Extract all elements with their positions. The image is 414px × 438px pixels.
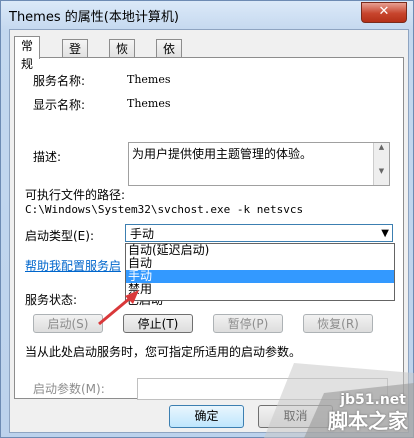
service-status-label: 服务状态: — [25, 293, 78, 307]
startup-type-value: 手动 — [130, 227, 155, 241]
tab-general[interactable]: 常规 — [14, 36, 41, 71]
option-auto[interactable]: 自动 — [126, 257, 394, 270]
startup-params-hint: 当从此处启动服务时，您可指定所适用的启动参数。 — [25, 345, 302, 359]
description-text: 为用户提供使用主题管理的体验。 — [132, 147, 313, 161]
start-button[interactable]: 启动(S) — [33, 314, 103, 333]
ok-button[interactable]: 确定 — [169, 405, 244, 428]
help-configure-link[interactable]: 帮助我配置服务启 — [25, 257, 121, 274]
tab-dependencies[interactable]: 依存关系 — [156, 39, 183, 110]
red-arrow-annotation — [98, 290, 139, 326]
path-value: C:\Windows\System32\svchost.exe -k netsv… — [25, 203, 304, 216]
startup-type-label: 启动类型(E): — [25, 229, 94, 243]
startup-type-dropdown: 自动(延迟启动) 自动 手动 禁用 — [125, 243, 395, 301]
display-name-label: 显示名称: — [33, 98, 86, 112]
option-manual[interactable]: 手动 — [126, 270, 394, 283]
display-name-value: Themes — [127, 97, 171, 110]
general-panel: 服务名称: Themes 显示名称: Themes 描述: 为用户提供使用主题管… — [14, 57, 404, 400]
description-scrollbar[interactable]: ▲ ▼ — [373, 143, 389, 185]
tab-recovery[interactable]: 恢复 — [109, 39, 136, 74]
startup-params-label: 启动参数(M): — [33, 382, 105, 396]
resume-button[interactable]: 恢复(R) — [303, 314, 373, 333]
description-label: 描述: — [33, 150, 62, 164]
close-button[interactable]: ✕ — [361, 2, 407, 23]
service-name-label: 服务名称: — [33, 74, 86, 88]
chevron-down-icon[interactable]: ▼ — [381, 225, 389, 243]
startup-type-select[interactable]: 手动 ▼ — [125, 224, 393, 242]
tab-login[interactable]: 登录 — [62, 39, 89, 74]
service-name-value: Themes — [127, 73, 171, 86]
option-disabled[interactable]: 禁用 — [126, 283, 394, 296]
description-box[interactable]: 为用户提供使用主题管理的体验。 ▲ ▼ — [128, 142, 390, 186]
window-title: Themes 的属性(本地计算机) — [9, 10, 179, 25]
pause-button[interactable]: 暂停(P) — [213, 314, 283, 333]
path-label: 可执行文件的路径: — [25, 188, 126, 202]
option-auto-delayed[interactable]: 自动(延迟启动) — [126, 244, 394, 257]
title-bar[interactable]: Themes 的属性(本地计算机) ✕ — [1, 1, 413, 29]
watermark-brand: 脚本之家 — [328, 409, 408, 433]
